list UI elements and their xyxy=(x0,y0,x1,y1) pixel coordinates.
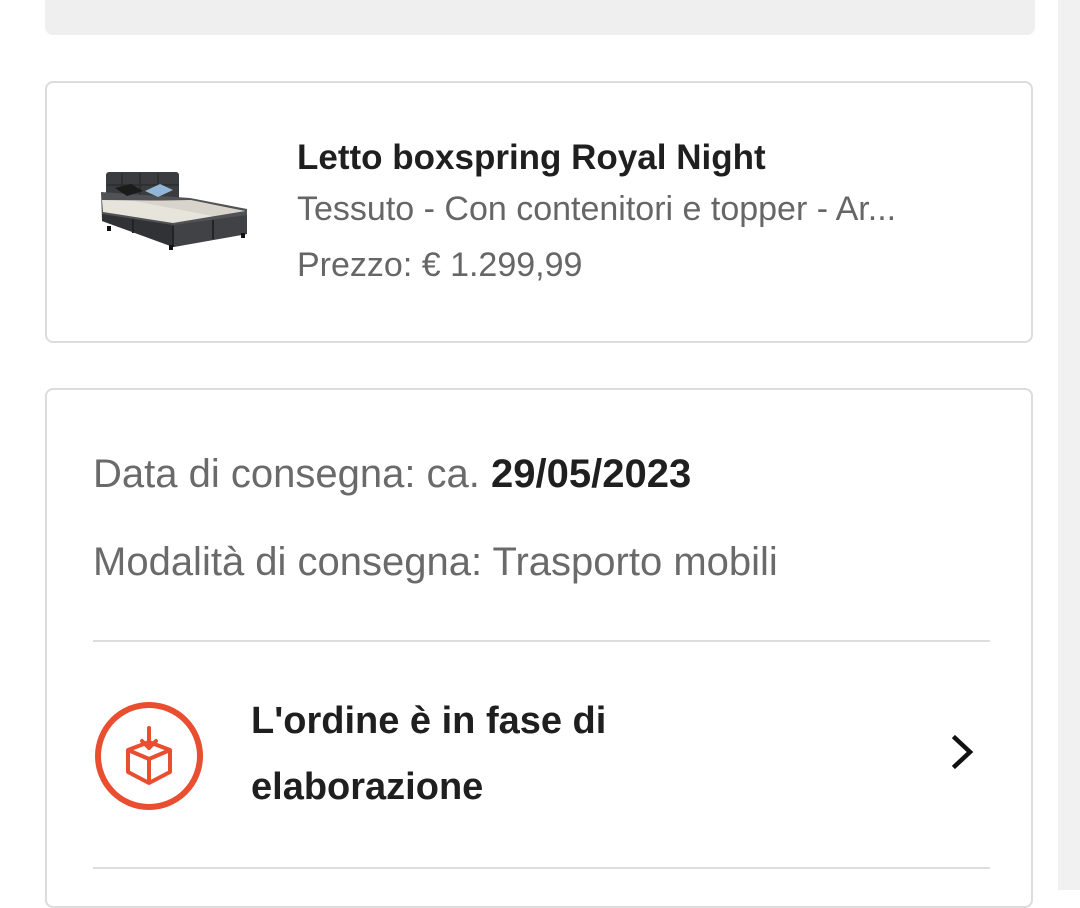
delivery-date-label: Data di consegna: ca. xyxy=(93,452,480,496)
section-divider-bottom xyxy=(93,867,990,869)
chevron-right-icon[interactable] xyxy=(947,733,979,771)
product-card[interactable]: Letto boxspring Royal Night Tessuto - Co… xyxy=(45,81,1033,343)
section-divider xyxy=(93,640,990,642)
product-description: Tessuto - Con contenitori e topper - Ar.… xyxy=(297,190,897,228)
previous-card xyxy=(45,0,1035,35)
product-name: Letto boxspring Royal Night xyxy=(297,138,766,177)
scrollbar[interactable] xyxy=(1058,0,1080,890)
delivery-date-value: 29/05/2023 xyxy=(491,452,692,496)
order-status-row[interactable]: L'ordine è in fase di elaborazione xyxy=(93,688,979,816)
delivery-card: Data di consegna: ca. 29/05/2023 Modalit… xyxy=(45,388,1033,908)
package-download-icon xyxy=(95,702,203,810)
product-price: Prezzo: € 1.299,99 xyxy=(297,246,583,284)
delivery-mode: Modalità di consegna: Trasporto mobili xyxy=(93,540,778,584)
bed-product-image xyxy=(101,172,247,250)
order-status-text: L'ordine è in fase di elaborazione xyxy=(251,700,607,808)
delivery-date: Data di consegna: ca. 29/05/2023 xyxy=(93,450,691,498)
product-info: Letto boxspring Royal Night Tessuto - Co… xyxy=(297,135,997,293)
